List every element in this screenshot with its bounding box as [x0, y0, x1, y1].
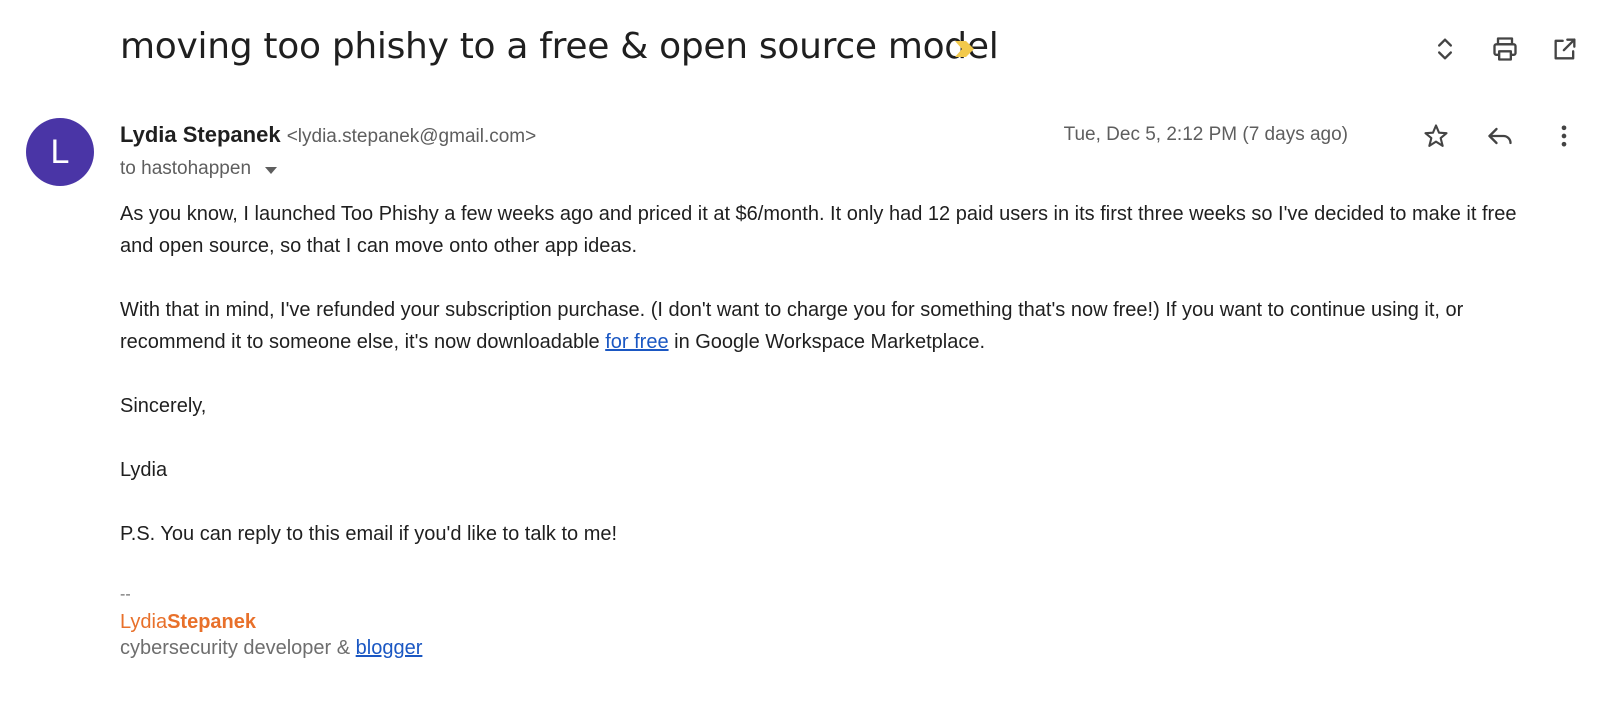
for-free-link[interactable]: for free [605, 331, 668, 353]
signature-first-name: Lydia [120, 611, 168, 633]
thread-actions [1428, 32, 1582, 66]
expand-collapse-icon[interactable] [1428, 32, 1462, 66]
email-subject: moving too phishy to a free & open sourc… [120, 26, 999, 67]
closing-text: Sincerely, [120, 395, 207, 417]
sender-name[interactable]: Lydia Stepanek [120, 122, 281, 147]
more-options-icon[interactable] [1544, 118, 1584, 154]
recipients-toggle[interactable]: to hastohappen [120, 158, 278, 180]
signature-separator: -- [120, 586, 131, 603]
reply-icon[interactable] [1480, 118, 1520, 154]
body-paragraph-1: As you know, I launched Too Phishy a few… [120, 203, 1517, 257]
postscript: P.S. You can reply to this email if you'… [120, 523, 618, 545]
body-paragraph-2-text-after: in Google Workspace Marketplace. [668, 331, 986, 353]
sender-email: <lydia.stepanek@gmail.com> [286, 126, 537, 147]
email-body: As you know, I launched Too Phishy a few… [120, 198, 1540, 582]
chevron-down-icon[interactable] [265, 167, 278, 174]
message-actions [1416, 118, 1584, 154]
email-date: Tue, Dec 5, 2:12 PM (7 days ago) [1063, 124, 1348, 145]
star-icon[interactable] [1416, 118, 1456, 154]
blogger-link[interactable]: blogger [356, 637, 423, 659]
print-icon[interactable] [1488, 32, 1522, 66]
signature-title-text: cybersecurity developer & [120, 637, 356, 659]
signature-last-name: Stepanek [167, 611, 257, 633]
importance-marker-icon[interactable] [953, 38, 977, 60]
body-paragraph-2: With that in mind, I've refunded your su… [120, 294, 1540, 358]
avatar[interactable]: L [26, 118, 94, 186]
sender-sign-off: Lydia [120, 459, 168, 481]
recipients-label: to hastohappen [120, 158, 252, 179]
signature-name: LydiaStepanek [120, 611, 256, 634]
sender-line: Lydia Stepanek <lydia.stepanek@gmail.com… [120, 122, 536, 148]
open-new-window-icon[interactable] [1548, 32, 1582, 66]
signature-title: cybersecurity developer & blogger [120, 637, 422, 660]
